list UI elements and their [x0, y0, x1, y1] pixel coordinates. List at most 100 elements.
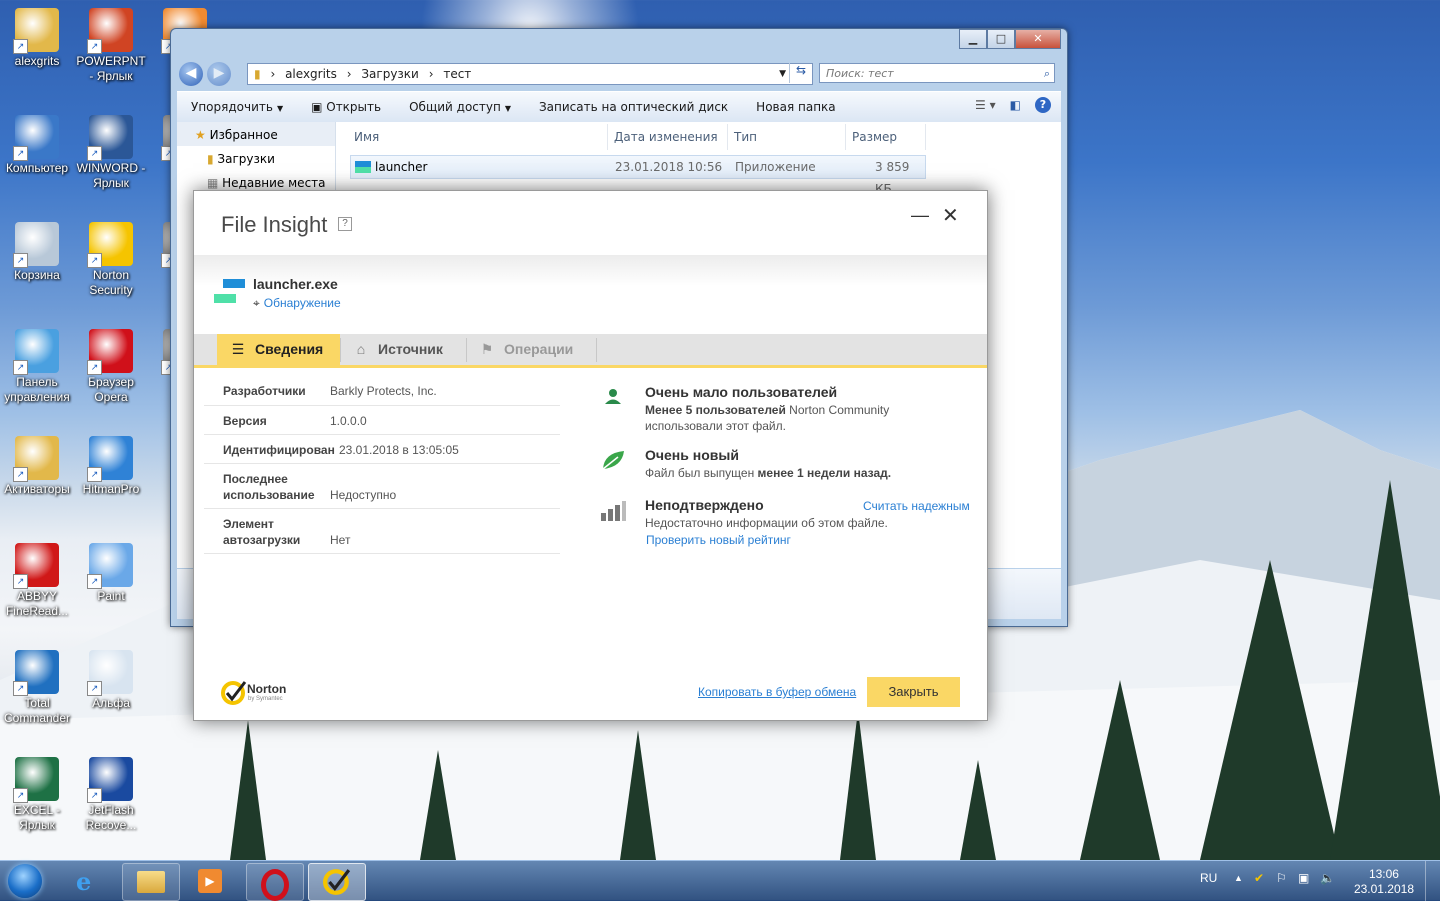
- desktop-icon-label: Активаторы: [4, 482, 70, 496]
- taskbar-media-player[interactable]: ▶: [182, 863, 238, 899]
- app-icon: [214, 279, 245, 303]
- back-button[interactable]: ◀: [179, 62, 203, 86]
- desktop-icon[interactable]: ↗ alexgrits: [0, 4, 74, 69]
- norton-check-icon: [323, 869, 351, 895]
- taskbar-opera[interactable]: [246, 863, 304, 901]
- close-button[interactable]: Закрыть: [867, 677, 960, 707]
- flag-icon[interactable]: ⚐: [1276, 871, 1287, 885]
- breadcrumb-item[interactable]: alexgrits: [285, 67, 337, 81]
- tree: [840, 710, 876, 860]
- view-options-icon[interactable]: ☰ ▾: [975, 98, 996, 112]
- search-input[interactable]: Поиск: тест ⌕: [819, 63, 1055, 83]
- language-indicator[interactable]: RU: [1200, 871, 1217, 885]
- minimize-icon[interactable]: —: [911, 205, 929, 226]
- desktop-icon[interactable]: ↗ Total Commander: [0, 646, 74, 726]
- desktop-icon-label: Norton Security: [89, 268, 133, 297]
- desktop-icon-label: Компьютер: [5, 161, 69, 175]
- nav-downloads[interactable]: ▮ Загрузки: [177, 146, 335, 170]
- desktop-icon[interactable]: ↗ Панель управления: [0, 325, 74, 405]
- column-date[interactable]: Дата изменения: [608, 124, 728, 150]
- file-name: launcher.exe: [253, 276, 338, 292]
- column-name[interactable]: Имя: [348, 124, 608, 150]
- search-icon[interactable]: ⌕: [1044, 64, 1050, 84]
- check-rating-link[interactable]: Проверить новый рейтинг: [646, 532, 791, 548]
- help-icon[interactable]: ?: [338, 217, 352, 231]
- refresh-icon[interactable]: ⇆: [789, 63, 812, 83]
- preview-pane-icon[interactable]: ◧: [1010, 98, 1021, 112]
- burn-button[interactable]: Записать на оптический диск: [525, 100, 742, 114]
- tab-bar: ☰ Сведения ⌂ Источник ⚑ Операции: [194, 334, 987, 368]
- open-button[interactable]: ▣ Открыть: [297, 100, 395, 114]
- tab-operations[interactable]: ⚑ Операции: [478, 334, 574, 365]
- taskbar-ie[interactable]: e: [62, 863, 118, 899]
- tab-details[interactable]: ☰ Сведения: [217, 334, 340, 365]
- address-bar[interactable]: ▮ › alexgrits › Загрузки › тест ▼: [247, 63, 813, 85]
- show-desktop-button[interactable]: [1425, 861, 1440, 901]
- taskbar-norton[interactable]: [308, 863, 366, 901]
- file-row[interactable]: launcher 23.01.2018 10:56 Приложение 3 8…: [350, 155, 926, 196]
- detail-startup: Элемент автозагрузки Нет: [204, 516, 560, 554]
- app-icon: ↗: [13, 329, 59, 375]
- time: 13:06: [1368, 867, 1399, 881]
- desktop-icon[interactable]: ↗ EXCEL - Ярлык: [0, 753, 74, 833]
- shortcut-arrow-icon: ↗: [87, 360, 102, 375]
- desktop-icon[interactable]: ↗ ABBYY FineRead...: [0, 539, 74, 619]
- share-button[interactable]: Общий доступ ▼: [395, 100, 525, 114]
- chevron-down-icon[interactable]: ▼: [779, 64, 786, 84]
- help-icon[interactable]: ?: [1035, 97, 1051, 113]
- detail-version: Версия 1.0.0.0: [204, 413, 560, 435]
- show-hidden-icons[interactable]: ▲: [1234, 873, 1243, 883]
- norton-tray-icon[interactable]: ✔: [1254, 871, 1264, 885]
- desktop-icon[interactable]: ↗ Компьютер: [0, 111, 74, 176]
- breadcrumb-item[interactable]: Загрузки: [361, 67, 419, 81]
- column-type[interactable]: Тип: [728, 124, 846, 150]
- desktop-icon[interactable]: ↗ JetFlash Recove...: [74, 753, 148, 833]
- app-icon: ↗: [87, 650, 133, 696]
- shortcut-arrow-icon: ↗: [13, 360, 28, 375]
- trust-link[interactable]: Считать надежным: [863, 498, 970, 514]
- desktop-icon[interactable]: ↗ POWERPNT - Ярлык: [74, 4, 148, 84]
- reputation-age: Очень новый Файл был выпущен менее 1 нед…: [600, 447, 970, 487]
- column-size[interactable]: Размер: [846, 124, 926, 150]
- new-folder-button[interactable]: Новая папка: [742, 100, 849, 114]
- volume-icon[interactable]: 🔈: [1320, 871, 1335, 885]
- signal-bars-icon: [601, 501, 626, 521]
- desktop-icon[interactable]: ↗ HitmanPro: [74, 432, 148, 497]
- desktop-icon[interactable]: ↗ Браузер Opera: [74, 325, 148, 405]
- detection-link[interactable]: ⌖ Обнаружение: [253, 296, 341, 311]
- desktop-icon-label: Total Commander: [3, 696, 71, 725]
- desktop-icon[interactable]: ↗ Активаторы: [0, 432, 74, 497]
- open-icon: ▣: [311, 100, 327, 114]
- desktop-icon[interactable]: ↗ Norton Security: [74, 218, 148, 298]
- start-button[interactable]: [2, 861, 54, 901]
- file-header: launcher.exe ⌖ Обнаружение: [194, 255, 987, 333]
- dialog-title: File Insight: [221, 212, 328, 237]
- close-icon[interactable]: ✕: [942, 203, 959, 228]
- forward-button[interactable]: ▶: [207, 62, 231, 86]
- maximize-button[interactable]: □: [987, 29, 1015, 49]
- norton-logo: Norton by Symantec: [221, 680, 301, 706]
- network-icon[interactable]: ▣: [1298, 871, 1309, 885]
- desktop-icon[interactable]: ↗ Альфа: [74, 646, 148, 711]
- desktop-icon-label: POWERPNT - Ярлык: [76, 54, 146, 83]
- taskbar-explorer[interactable]: [122, 863, 180, 901]
- app-icon: ↗: [87, 329, 133, 375]
- desktop-icon[interactable]: ↗ Paint: [74, 539, 148, 604]
- clock[interactable]: 13:06 23.01.2018: [1354, 867, 1414, 897]
- desktop-icon[interactable]: ↗ Корзина: [0, 218, 74, 283]
- breadcrumb-item[interactable]: тест: [443, 67, 471, 81]
- shortcut-arrow-icon: ↗: [87, 253, 102, 268]
- tree: [1080, 680, 1160, 860]
- recent-icon: ▦: [207, 176, 223, 190]
- nav-favorites[interactable]: ★ Избранное: [177, 122, 335, 146]
- tree: [620, 730, 656, 860]
- tab-source[interactable]: ⌂ Источник: [352, 334, 443, 365]
- minimize-button[interactable]: ▁: [959, 29, 987, 49]
- close-button[interactable]: ✕: [1015, 29, 1061, 49]
- organize-button[interactable]: Упорядочить ▼: [177, 100, 297, 114]
- detail-last-use: Последнее использование Недоступно: [204, 471, 560, 509]
- desktop-icon-label: ABBYY FineRead...: [5, 589, 69, 618]
- app-icon: ↗: [87, 543, 133, 589]
- desktop-icon[interactable]: ↗ WINWORD - Ярлык: [74, 111, 148, 191]
- copy-to-clipboard-link[interactable]: Копировать в буфер обмена: [698, 685, 856, 699]
